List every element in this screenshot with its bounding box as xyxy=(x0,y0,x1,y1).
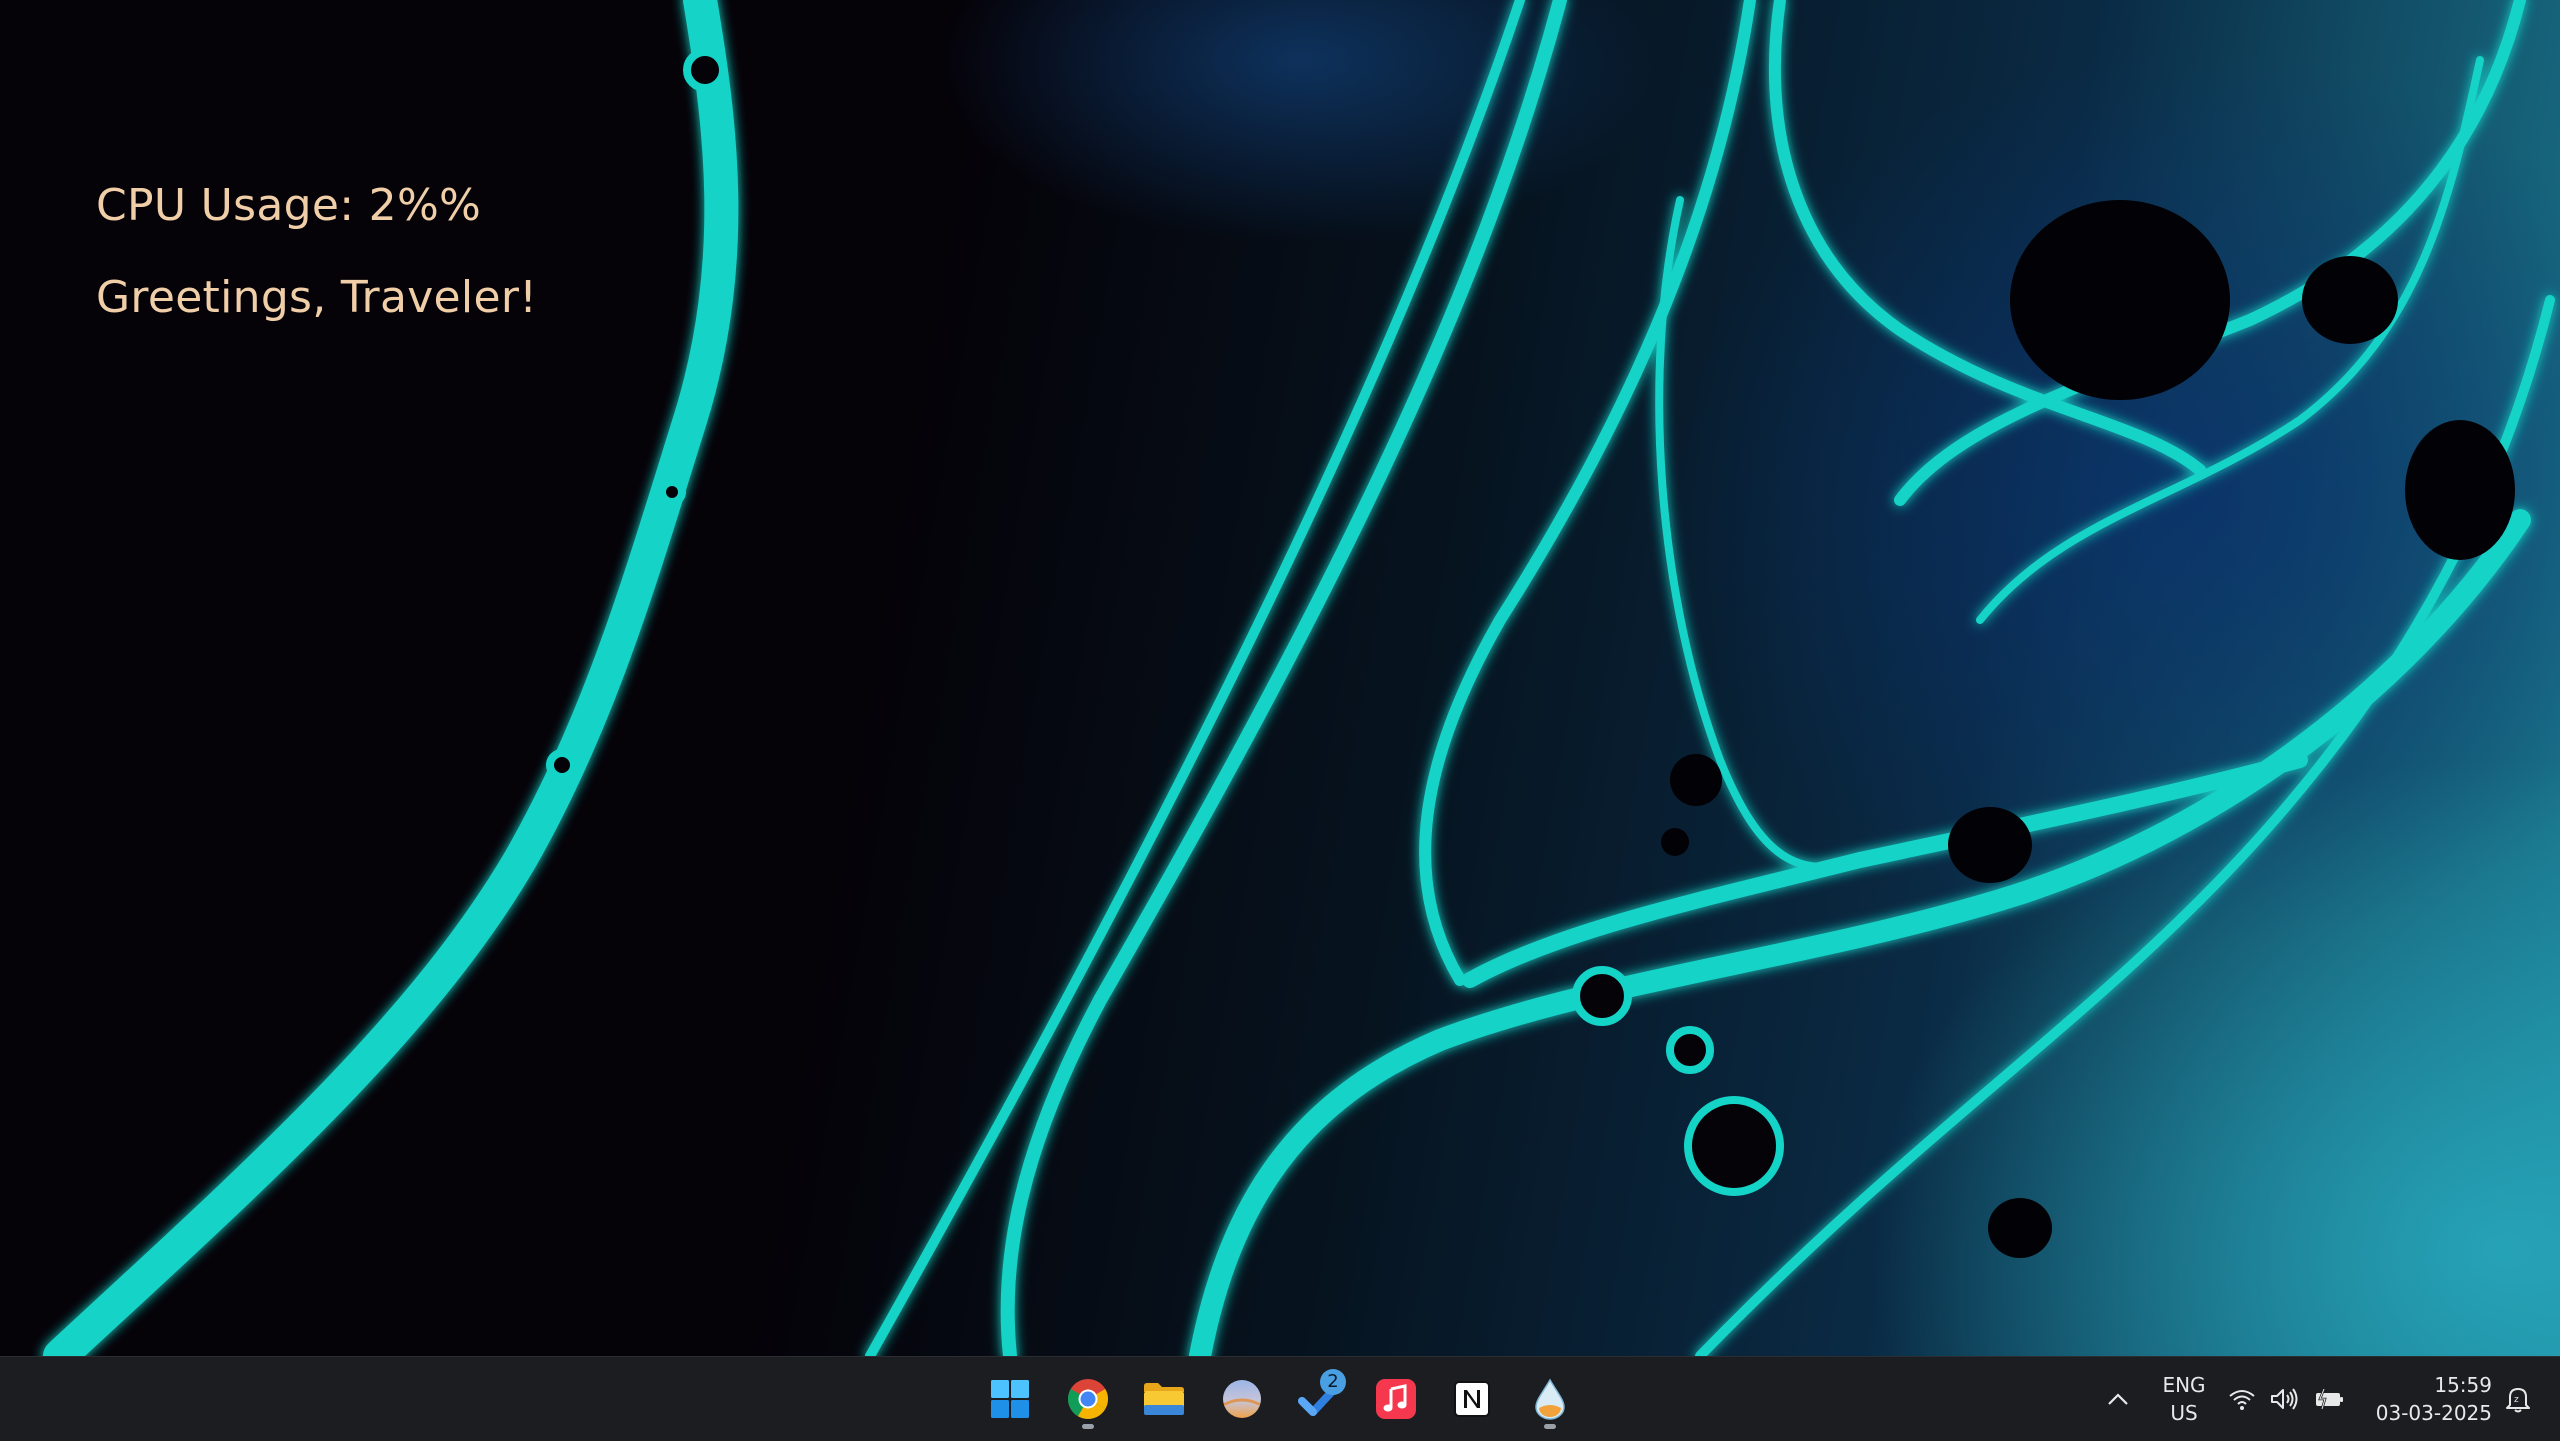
svg-text:z: z xyxy=(2514,1395,2519,1405)
bell-snooze-icon: z xyxy=(2506,1388,2530,1413)
running-indicator xyxy=(1544,1424,1556,1429)
region-code: US xyxy=(2170,1401,2198,1425)
droplet-icon xyxy=(1535,1378,1565,1420)
start-button[interactable] xyxy=(980,1367,1040,1431)
apple-music-button[interactable] xyxy=(1366,1367,1426,1431)
file-explorer-button[interactable] xyxy=(1134,1367,1194,1431)
battery-charging-icon xyxy=(2314,1387,2346,1411)
chrome-taskbar-button[interactable] xyxy=(1058,1367,1118,1431)
rainmeter-button[interactable] xyxy=(1520,1367,1580,1431)
running-indicator xyxy=(1082,1424,1094,1429)
windows-logo-icon xyxy=(991,1380,1029,1418)
show-hidden-icons-button[interactable] xyxy=(2098,1377,2138,1421)
taskbar: 2 ENG US 15:59 03-03-2025 z xyxy=(0,1356,2560,1441)
chevron-up-icon xyxy=(2108,1393,2128,1405)
chrome-icon xyxy=(1068,1379,1108,1419)
folder-icon xyxy=(1144,1383,1184,1415)
cpu-usage-widget: CPU Usage: 2%% xyxy=(96,180,482,231)
notification-badge: 2 xyxy=(1320,1369,1346,1395)
music-note-icon xyxy=(1376,1379,1416,1419)
volume-icon xyxy=(2270,1387,2300,1411)
clock-time: 15:59 xyxy=(2434,1373,2492,1397)
notification-center-button[interactable]: z xyxy=(2498,1379,2538,1419)
weather-sphere-icon xyxy=(1223,1380,1261,1418)
weather-app-button[interactable] xyxy=(1212,1367,1272,1431)
greeting-widget: Greetings, Traveler! xyxy=(96,272,538,323)
system-tray-status[interactable] xyxy=(2228,1377,2346,1421)
tasks-app-button[interactable]: 2 xyxy=(1290,1367,1350,1431)
clock-date-text: 03-03-2025 xyxy=(2375,1401,2492,1425)
input-language-indicator[interactable]: ENG US xyxy=(2156,1371,2212,1427)
language-code: ENG xyxy=(2162,1373,2206,1397)
desktop: CPU Usage: 2%% Greetings, Traveler! xyxy=(0,0,2560,1356)
wifi-icon xyxy=(2228,1387,2256,1411)
notion-button[interactable] xyxy=(1442,1367,1502,1431)
notion-icon xyxy=(1454,1381,1490,1417)
clock-date[interactable]: 15:59 03-03-2025 xyxy=(2368,1371,2492,1427)
